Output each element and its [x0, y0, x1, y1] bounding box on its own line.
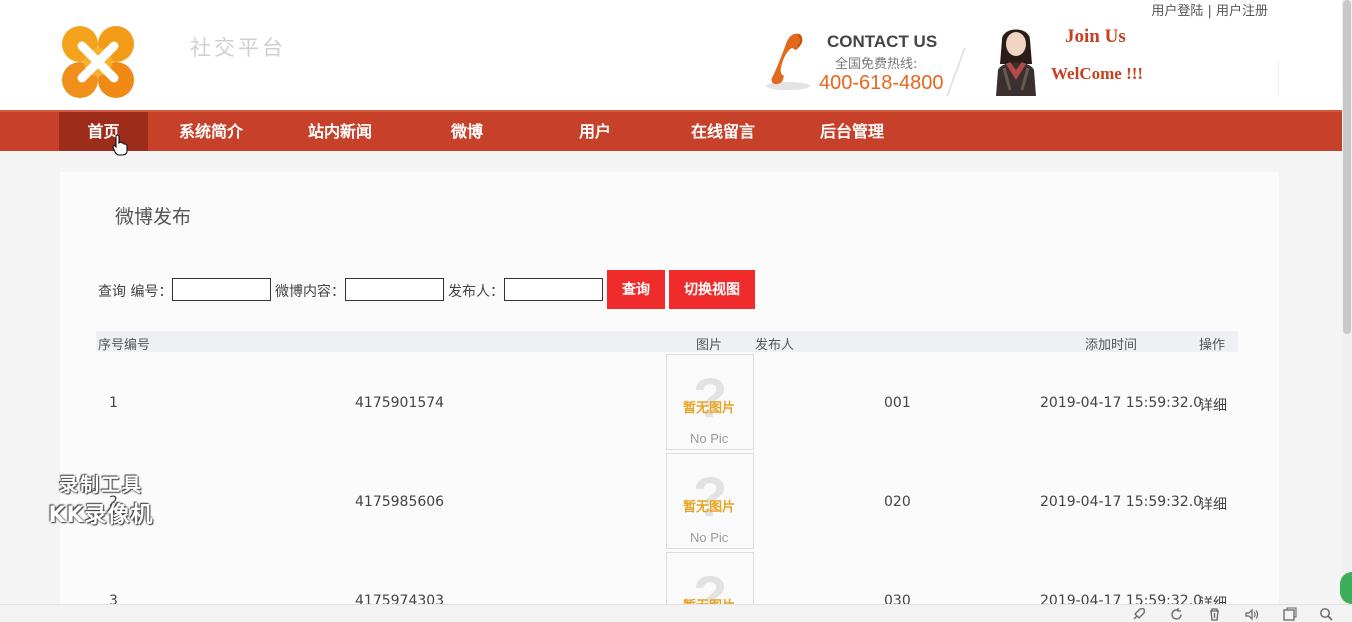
weibo-table: 序号编号 图片 发布人 添加时间 操作 1 4175901574 ? 暂无图片 …: [96, 331, 1238, 622]
nav-item-weibo[interactable]: 微博: [422, 112, 512, 151]
no-pic-cn-text: 暂无图片: [683, 500, 736, 515]
content-search-input[interactable]: [345, 278, 444, 301]
search-icon[interactable]: [1319, 607, 1334, 622]
publisher-label: 发布人：: [448, 284, 504, 300]
row-seq: 1: [109, 395, 118, 411]
vertical-scrollbar[interactable]: [1342, 0, 1352, 604]
watermark-line1: 录制工具: [58, 474, 143, 496]
row-publisher: 020: [884, 494, 911, 510]
id-search-input[interactable]: [172, 278, 271, 301]
no-pic-en-text: No Pic: [690, 431, 729, 446]
contact-title: CONTACT US: [827, 32, 938, 51]
nav-item-online-message[interactable]: 在线留言: [677, 112, 769, 151]
phone-icon: [766, 33, 810, 90]
header-right-divider: [1278, 60, 1279, 96]
join-us-photo: [996, 29, 1036, 96]
contact-subtitle: 全国免费热线:: [835, 57, 918, 72]
nav-item-admin[interactable]: 后台管理: [806, 112, 898, 151]
table-row: 1 4175901574 ? 暂无图片 No Pic 001 2019-04-1…: [96, 352, 1238, 451]
main-nav: 首页 系统简介 站内新闻 微博 用户 在线留言 后台管理: [0, 110, 1342, 156]
nav-item-system-intro[interactable]: 系统简介: [166, 112, 256, 151]
site-header: 用户登陆 | 用户注册 社交平台 CONTACT US 全国免费热线: 400-…: [0, 0, 1342, 110]
content-panel: 微博发布 查询 编号： 微博内容： 发布人： 查询 切换视图 序号编号 图片 发…: [60, 172, 1279, 622]
header-publisher: 发布人: [755, 338, 795, 353]
table-row: 2 4175985606 ? 暂无图片 No Pic 020 2019-04-1…: [96, 451, 1238, 550]
no-picture-image[interactable]: ? 暂无图片 No Pic: [666, 354, 754, 450]
top-links-separator: |: [1203, 4, 1216, 19]
welcome-text: WelCome !!!: [1051, 64, 1144, 83]
query-id-label: 查询 编号：: [98, 284, 173, 300]
refresh-icon[interactable]: [1169, 607, 1184, 622]
top-links: 用户登陆 | 用户注册: [1151, 0, 1268, 19]
login-link[interactable]: 用户登陆: [1151, 4, 1203, 19]
row-id: 4175901574: [355, 395, 445, 411]
row-time: 2019-04-17 15:59:32.0: [1040, 395, 1203, 411]
register-link[interactable]: 用户注册: [1216, 4, 1268, 19]
join-us-title: Join Us: [1065, 26, 1126, 47]
header-divider: [946, 48, 966, 96]
no-pic-cn-text: 暂无图片: [683, 401, 736, 416]
row-detail-link[interactable]: 详细: [1199, 494, 1227, 514]
row-detail-link[interactable]: 详细: [1199, 395, 1227, 415]
contact-number: 400-618-4800: [819, 72, 944, 94]
query-button[interactable]: 查询: [607, 270, 665, 309]
scrollbar-thumb[interactable]: [1343, 0, 1351, 334]
site-title: 社交平台: [190, 36, 286, 60]
no-picture-image[interactable]: ? 暂无图片 No Pic: [666, 453, 754, 549]
recorder-watermark: 录制工具 KK录像机: [33, 470, 169, 529]
site-logo[interactable]: [58, 24, 138, 100]
row-time: 2019-04-17 15:59:32.0: [1040, 494, 1203, 510]
window-icon[interactable]: [1282, 607, 1297, 622]
row-id: 4175985606: [355, 494, 445, 510]
hand-cursor-icon: [112, 134, 128, 156]
row-publisher: 001: [884, 395, 911, 411]
publisher-search-input[interactable]: [504, 278, 603, 301]
table-header: 序号编号 图片 发布人 添加时间 操作: [96, 331, 1238, 353]
volume-icon[interactable]: [1244, 607, 1259, 622]
nav-item-home[interactable]: 首页: [59, 112, 148, 151]
header-seq-id: 序号编号: [98, 338, 151, 353]
content-label: 微博内容：: [275, 284, 345, 300]
header-added-time: 添加时间: [1085, 338, 1138, 353]
watermark-line2: KK录像机: [48, 503, 154, 528]
header-image: 图片: [696, 338, 723, 353]
nav-item-site-news[interactable]: 站内新闻: [295, 112, 385, 151]
header-action: 操作: [1199, 338, 1226, 353]
bottom-toolbar: [0, 604, 1352, 622]
no-pic-en-text: No Pic: [690, 530, 729, 545]
nav-item-users[interactable]: 用户: [550, 112, 640, 151]
switch-view-button[interactable]: 切换视图: [669, 270, 755, 309]
page: 用户登陆 | 用户注册 社交平台 CONTACT US 全国免费热线: 400-…: [0, 0, 1352, 622]
page-title: 微博发布: [115, 206, 192, 228]
trash-icon[interactable]: [1207, 607, 1222, 622]
rocket-icon[interactable]: [1131, 607, 1146, 622]
floating-badge[interactable]: [1340, 572, 1352, 604]
